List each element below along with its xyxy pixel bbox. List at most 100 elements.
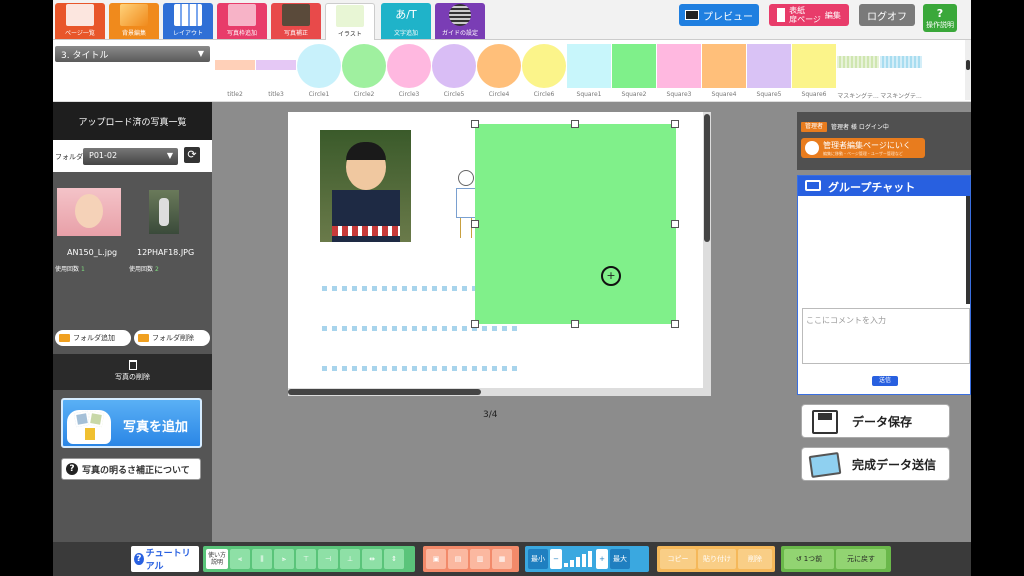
bring-forward-icon[interactable]: ▤ <box>448 549 468 569</box>
child-photo[interactable] <box>320 130 411 242</box>
photo-thumbnail[interactable] <box>57 188 121 236</box>
dotted-line[interactable] <box>322 326 517 331</box>
shape-square[interactable]: Square3 <box>657 44 701 98</box>
resize-handle[interactable] <box>671 320 679 328</box>
shape-label: Square5 <box>756 91 782 98</box>
shape-square[interactable]: Square4 <box>702 44 746 98</box>
tab-layout[interactable]: レイアウト <box>163 3 213 39</box>
strip-scrollbar[interactable] <box>965 40 971 100</box>
send-final-data-button[interactable]: 完成データ送信 <box>801 447 950 481</box>
brightness-help-button[interactable]: ? 写真の明るさ補正について <box>61 458 201 480</box>
shape-square[interactable]: Square1 <box>567 44 611 98</box>
shape-square[interactable]: Square5 <box>747 44 791 98</box>
align-left-icon[interactable]: ⫷ <box>230 549 250 569</box>
shape-bar[interactable]: title2 <box>215 44 255 98</box>
trash-icon <box>128 360 137 370</box>
canvas-horizontal-scrollbar[interactable] <box>288 388 703 396</box>
shape-circle[interactable]: Circle5 <box>432 44 476 98</box>
zoom-in-icon[interactable]: + <box>596 549 608 569</box>
preview-label: プレビュー <box>703 11 753 23</box>
resize-handle[interactable] <box>671 120 679 128</box>
paste-button[interactable]: 貼り付け <box>698 549 736 569</box>
delete-folder-button[interactable]: フォルダ削除 <box>134 330 210 346</box>
admin-edit-page-button[interactable]: 管理者編集ページにいく 編集に移動・ページ管理・ユーザー管理など <box>801 138 925 158</box>
scrollbar-thumb[interactable] <box>288 389 481 395</box>
chat-scrollbar[interactable] <box>966 196 970 304</box>
shape-swatch <box>567 44 611 88</box>
send-to-back-icon[interactable]: ▦ <box>492 549 512 569</box>
align-right-icon[interactable]: ⫸ <box>274 549 294 569</box>
howto-button[interactable]: 使い方説明 <box>206 549 228 569</box>
tutorial-button[interactable]: ? チュートリアル <box>131 546 199 572</box>
shape-square[interactable]: Square2 <box>612 44 656 98</box>
shape-tape[interactable]: マスキングテ... <box>880 44 922 100</box>
send-button[interactable]: 送信 <box>872 376 898 386</box>
shape-circle[interactable]: Circle2 <box>342 44 386 98</box>
resize-handle[interactable] <box>471 120 479 128</box>
redo-button[interactable]: 元に戻す <box>836 549 886 569</box>
refresh-icon[interactable]: ⟳ <box>184 147 200 163</box>
logout-button[interactable]: ログオフ <box>859 4 915 26</box>
zoom-level-bars[interactable] <box>564 551 594 567</box>
resize-handle[interactable] <box>471 320 479 328</box>
delete-photo-button[interactable]: 写真の削除 <box>53 354 212 390</box>
resize-handle[interactable] <box>571 120 579 128</box>
distribute-vertical-icon[interactable]: ⇕ <box>384 549 404 569</box>
add-folder-button[interactable]: フォルダ追加 <box>55 330 131 346</box>
scrollbar-thumb[interactable] <box>704 114 710 242</box>
shape-swatch <box>702 44 746 88</box>
front-page-label: 扉ページ <box>789 15 821 24</box>
shape-bar[interactable]: title3 <box>256 44 296 98</box>
copy-button[interactable]: コピー <box>660 549 696 569</box>
tab-label: 文字追加 <box>393 30 418 37</box>
distribute-horizontal-icon[interactable]: ⇹ <box>362 549 382 569</box>
tab-page-list[interactable]: ページ一覧 <box>55 3 105 39</box>
category-select[interactable]: 3. タイトル ▼ <box>55 46 210 62</box>
resize-handle[interactable] <box>471 220 479 228</box>
canvas-vertical-scrollbar[interactable] <box>703 112 711 396</box>
chat-comment-input[interactable]: ここにコメントを入力 <box>802 308 970 364</box>
align-middle-icon[interactable]: ⊣ <box>318 549 338 569</box>
shape-circle[interactable]: Circle4 <box>477 44 521 98</box>
add-photo-button[interactable]: 写真を追加 <box>61 398 202 448</box>
align-center-icon[interactable]: ⫼ <box>252 549 272 569</box>
align-bottom-icon[interactable]: ⊥ <box>340 549 360 569</box>
tab-illustration[interactable]: イラスト <box>325 3 375 40</box>
cover-edit-button[interactable]: 表紙 扉ページ 編集 <box>769 4 849 26</box>
folder-plus-icon <box>59 334 70 342</box>
undo-button[interactable]: ↺ 1つ前 <box>784 549 834 569</box>
help-button[interactable]: ? 操作説明 <box>923 4 957 32</box>
tab-guide-settings[interactable]: ガイドの設定 <box>435 3 485 39</box>
shape-circle[interactable]: Circle1 <box>297 44 341 98</box>
resize-handle[interactable] <box>671 220 679 228</box>
shape-tape[interactable]: マスキングテ... <box>837 44 879 100</box>
tab-background-edit[interactable]: 背景編集 <box>109 3 159 39</box>
zoom-out-icon[interactable]: − <box>550 549 562 569</box>
bring-to-front-icon[interactable]: ▣ <box>426 549 446 569</box>
align-top-icon[interactable]: ⊤ <box>296 549 316 569</box>
resize-handle[interactable] <box>571 320 579 328</box>
tab-add-text[interactable]: あ/T 文字追加 <box>381 3 431 39</box>
illustration-strip: 3. タイトル ▼ title2 title3 Circle1 Circle2 Circ… <box>53 40 971 102</box>
save-data-button[interactable]: データ保存 <box>801 404 950 438</box>
dotted-line[interactable] <box>322 366 517 371</box>
tab-add-photo-frame[interactable]: 写真枠追加 <box>217 3 267 39</box>
shape-circle[interactable]: Circle6 <box>522 44 566 98</box>
page-canvas[interactable]: + <box>288 112 711 396</box>
tab-photo-correction[interactable]: 写真補正 <box>271 3 321 39</box>
move-cursor-icon[interactable]: + <box>601 266 621 286</box>
shape-circle[interactable]: Circle3 <box>387 44 431 98</box>
delete-button[interactable]: 削除 <box>738 549 772 569</box>
zoom-min-button[interactable]: 最小 <box>528 549 548 569</box>
shape-square[interactable]: Square6 <box>792 44 836 98</box>
send-backward-icon[interactable]: ▥ <box>470 549 490 569</box>
logout-label: ログオフ <box>867 11 907 23</box>
zoom-max-button[interactable]: 最大 <box>610 549 630 569</box>
group-chat: グループチャット ここにコメントを入力 送信 <box>797 175 971 395</box>
folder-select[interactable]: P01-02 ▼ <box>83 148 178 165</box>
strip-scrollbar-thumb[interactable] <box>966 60 970 70</box>
photo-thumbnail[interactable] <box>149 190 179 234</box>
preview-button[interactable]: プレビュー <box>679 4 759 26</box>
shape-swatch <box>522 44 566 88</box>
selected-square-shape[interactable]: + <box>475 124 676 324</box>
